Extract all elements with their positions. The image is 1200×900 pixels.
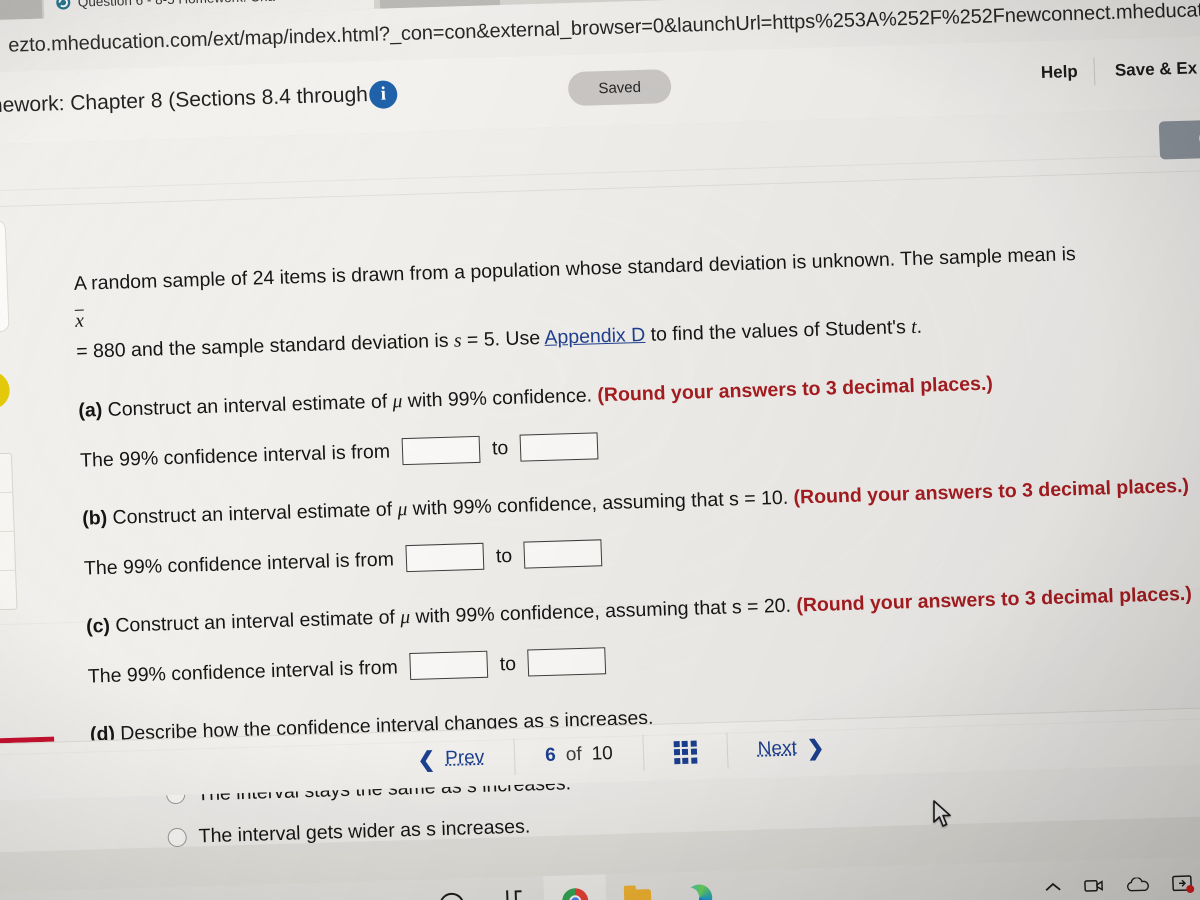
radio-icon[interactable] (167, 827, 188, 848)
screen-photo: pter 8 (Sectio ✕ Question 6 - 8-5 Homewo… (0, 0, 1200, 900)
close-icon[interactable]: ✕ (288, 0, 301, 4)
rail-item-print[interactable]: Print (0, 531, 16, 576)
prev-button[interactable]: ❮ Prev (386, 738, 516, 779)
chevron-left-icon: ❮ (417, 747, 436, 772)
chrome-icon (561, 887, 589, 900)
question-rail: s kipped eBook Ask Print eferences (0, 342, 27, 615)
part-a-answer-row: The 99% confidence interval is from to (80, 410, 1200, 475)
status-badge-skipped: kipped (0, 370, 11, 414)
part-b-answer-prefix: The 99% confidence interval is from (83, 548, 395, 580)
part-c-text-pre: Construct an interval estimate of (109, 606, 401, 638)
header-divider (1093, 57, 1096, 86)
browser-tab-2-label: Question 6 - 8-5 Homework: Cha (77, 0, 275, 9)
cortana-icon (438, 892, 465, 900)
part-b-text-post: with 99% confidence, assuming that s = 1… (406, 486, 794, 521)
task-view-icon: ⎢⎡ (504, 890, 522, 900)
stem-line-2-mid: = 5. Use (461, 326, 545, 352)
camera-icon[interactable] (1084, 878, 1105, 895)
part-b-to-input[interactable] (523, 539, 603, 570)
page-indicator: 6 of 10 (514, 735, 645, 775)
grid-icon (673, 740, 698, 764)
part-c-from-input[interactable] (409, 651, 489, 681)
prev-label: Prev (444, 746, 485, 770)
stem-line-2-pre: = 880 and the sample standard deviation … (75, 329, 455, 363)
file-explorer-button[interactable] (605, 872, 669, 900)
appendix-d-link[interactable]: Appendix D (544, 324, 646, 349)
question-stem: A random sample of 24 items is drawn fro… (73, 236, 1200, 367)
question-part-b: (b) Construct an interval estimate of μ … (82, 469, 1200, 583)
edge-icon (685, 884, 713, 900)
part-c-text-post: with 99% confidence, assuming that s = 2… (409, 594, 797, 629)
screen-capture-icon[interactable] (1172, 875, 1195, 894)
system-tray (1044, 872, 1200, 896)
part-c-label: (c) (85, 615, 111, 638)
file-explorer-icon (623, 888, 652, 900)
of-label: of (565, 743, 583, 766)
question-part-c: (c) Construct an interval estimate of μ … (86, 577, 1200, 691)
part-a-joiner: to (491, 436, 509, 460)
laptop-screen: pter 8 (Sectio ✕ Question 6 - 8-5 Homewo… (0, 0, 1200, 900)
rail-item-ask[interactable]: Ask (0, 492, 14, 537)
onedrive-cloud-icon[interactable] (1126, 877, 1150, 892)
part-a-to-input[interactable] (519, 431, 599, 462)
stem-period: . (916, 315, 923, 338)
part-b-text-pre: Construct an interval estimate of (106, 498, 398, 530)
total-pages: 10 (591, 743, 614, 765)
check-answer-button[interactable]: Chec (1158, 118, 1200, 160)
rail-menu: eBook Ask Print eferences (0, 452, 18, 615)
part-b-from-input[interactable] (405, 543, 485, 573)
part-c-hint: (Round your answers to 3 decimal places.… (795, 583, 1193, 617)
chrome-taskbar-button[interactable] (543, 874, 608, 900)
question-number-card: 6 (0, 219, 10, 337)
part-b-answer-row: The 99% confidence interval is from to (84, 518, 1200, 583)
part-c-joiner: to (499, 652, 517, 676)
part-b-hint: (Round your answers to 3 decimal places.… (793, 475, 1190, 509)
page-title: omework: Chapter 8 (Sections 8.4 through… (0, 82, 390, 118)
connect-page: omework: Chapter 8 (Sections 8.4 through… (0, 34, 1200, 854)
next-label: Next (757, 737, 798, 760)
rail-item-ebook[interactable]: eBook (0, 453, 13, 498)
points-label: s (0, 342, 18, 363)
status-badge: Saved (567, 69, 672, 107)
part-a-hint: (Round your answers to 3 decimal places.… (597, 372, 994, 407)
plus-icon: + (434, 0, 446, 2)
save-and-exit-button[interactable]: Save & Ex (1115, 58, 1198, 80)
cortana-button[interactable] (419, 878, 483, 900)
x-bar-symbol: x (74, 310, 85, 333)
task-view-button[interactable]: ⎢⎡ (481, 876, 545, 900)
next-button[interactable]: Next ❯ (727, 729, 855, 769)
part-c-to-input[interactable] (527, 647, 607, 677)
stem-line-2-post: to find the values of Student's (644, 315, 912, 346)
question-grid-button[interactable] (643, 732, 729, 772)
recording-dot (1186, 884, 1195, 894)
part-b-label: (b) (81, 507, 108, 530)
part-a-text-post: with 99% confidence. (401, 384, 598, 413)
part-b-joiner: to (495, 544, 513, 568)
mouse-cursor (933, 800, 951, 827)
chevron-right-icon: ❯ (806, 736, 825, 760)
rail-item-references[interactable]: eferences (0, 571, 16, 613)
part-c-answer-prefix: The 99% confidence interval is from (87, 656, 399, 688)
taskbar-search-input[interactable]: pe here to search (0, 895, 421, 900)
taskbar-buttons: ⎢⎡ (419, 871, 731, 900)
current-page: 6 (544, 744, 557, 767)
show-hidden-icons-chevron[interactable] (1044, 881, 1062, 894)
choice-option-2-label: The interval gets wider as s increases. (198, 815, 531, 848)
part-a-from-input[interactable] (401, 435, 481, 465)
edge-button[interactable] (667, 871, 731, 900)
info-icon[interactable]: i (368, 80, 398, 109)
part-a-label: (a) (78, 399, 103, 423)
part-c-answer-row: The 99% confidence interval is from to (87, 626, 1200, 691)
part-a-text-pre: Construct an interval estimate of (101, 390, 393, 422)
question-part-a: (a) Construct an interval estimate of μ … (78, 361, 1200, 475)
part-a-answer-prefix: The 99% confidence interval is from (79, 440, 391, 472)
connect-icon (56, 0, 72, 10)
help-button[interactable]: Help (1041, 62, 1079, 83)
